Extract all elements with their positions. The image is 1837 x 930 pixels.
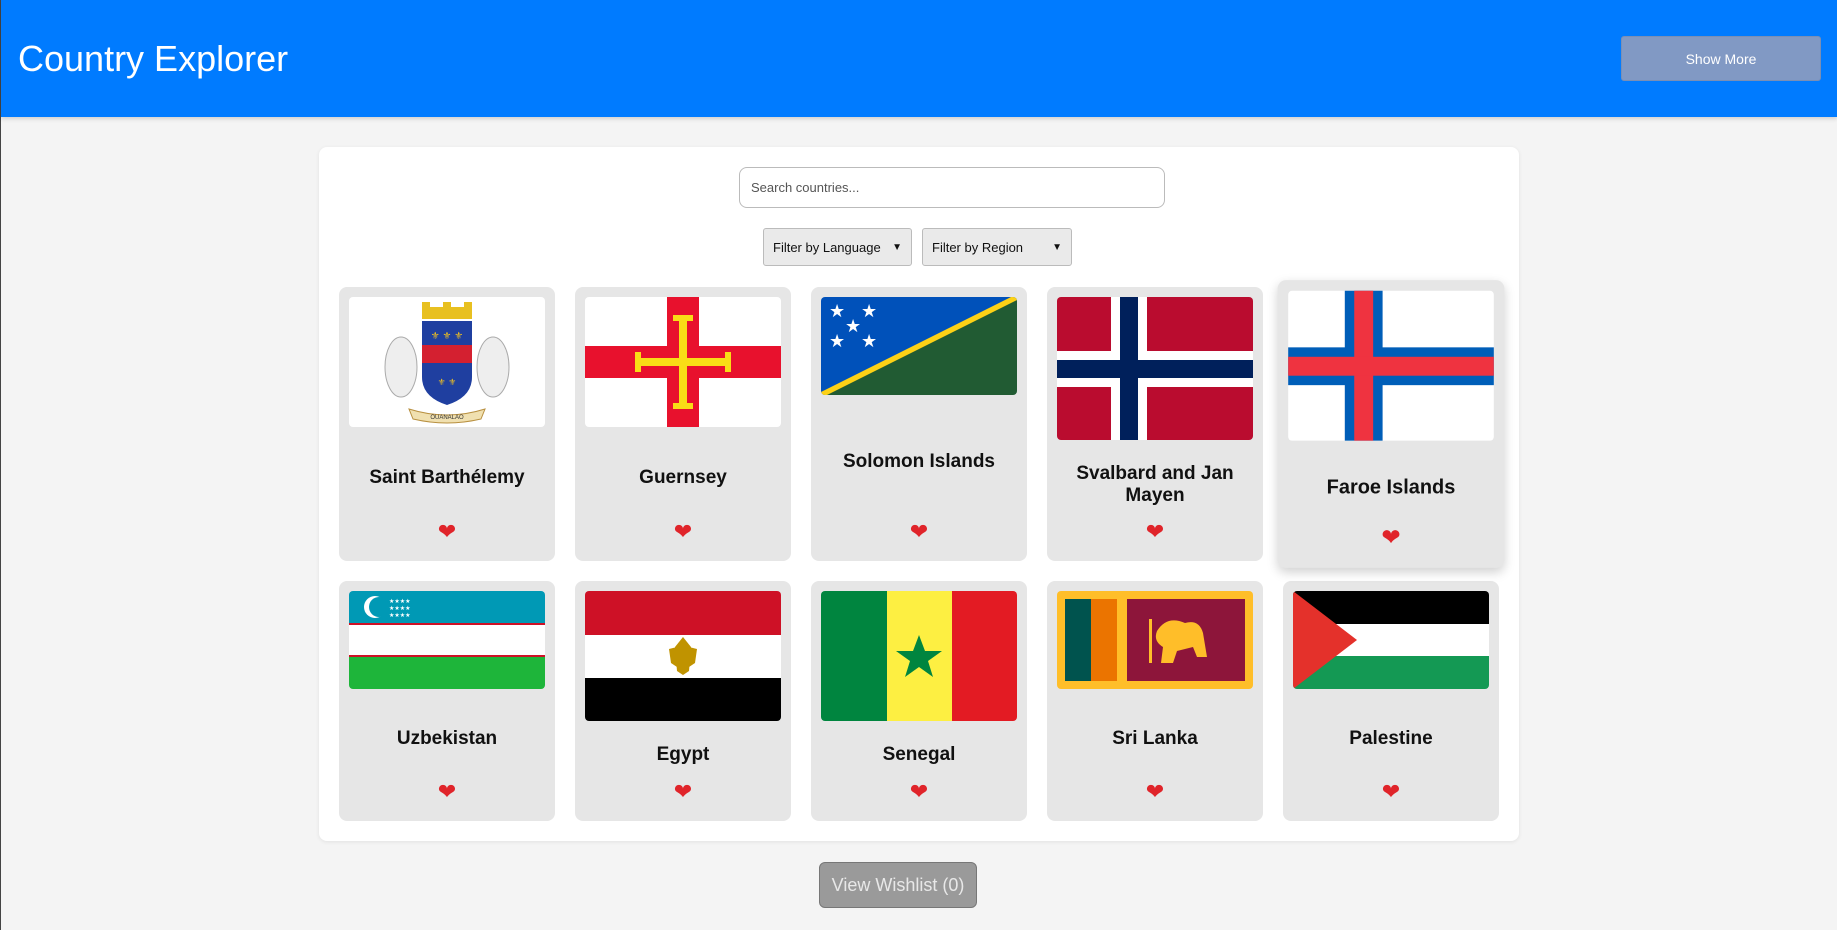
saint-barthelemy-flag: ⚜ ⚜ ⚜ ⚜ ⚜ OUANALAO (349, 297, 545, 427)
country-card[interactable]: ★ ★ ★ ★ ★ Solomon Islands ❤ (811, 287, 1027, 561)
country-name: Solomon Islands (842, 451, 996, 472)
main-panel: Filter by Language ▼ Filter by Region ▼ … (319, 147, 1519, 841)
heart-icon[interactable]: ❤ (674, 781, 692, 803)
svg-text:★★★★: ★★★★ (389, 598, 411, 605)
heart-icon[interactable]: ❤ (1146, 521, 1164, 543)
app-title: Country Explorer (18, 37, 289, 79)
language-filter-select[interactable]: Filter by Language ▼ (763, 228, 912, 266)
sri-lanka-flag (1057, 591, 1253, 689)
country-name: Senegal (882, 744, 956, 765)
show-more-button[interactable]: Show More (1621, 36, 1821, 81)
faroe-islands-flag (1288, 290, 1494, 441)
region-filter-select[interactable]: Filter by Region ▼ (922, 228, 1072, 266)
svg-text:★: ★ (845, 316, 861, 336)
country-card[interactable]: Senegal ❤ (811, 581, 1027, 821)
svg-text:OUANALAO: OUANALAO (430, 415, 464, 421)
palestine-flag (1293, 591, 1489, 689)
svg-text:⚜ ⚜ ⚜: ⚜ ⚜ ⚜ (431, 331, 463, 342)
heart-icon[interactable]: ❤ (674, 521, 692, 543)
heart-icon[interactable]: ❤ (438, 781, 456, 803)
solomon-islands-flag: ★ ★ ★ ★ ★ (821, 297, 1017, 395)
filter-bar: Filter by Language ▼ Filter by Region ▼ (763, 228, 1072, 266)
heart-icon[interactable]: ❤ (910, 521, 928, 543)
svg-text:⚜ ⚜: ⚜ ⚜ (438, 377, 457, 387)
language-filter-label: Filter by Language (773, 239, 881, 255)
country-card[interactable]: Palestine ❤ (1283, 581, 1499, 821)
chevron-down-icon: ▼ (1052, 241, 1062, 253)
country-name: Svalbard and Jan Mayen (1076, 462, 1234, 506)
guernsey-flag (585, 297, 781, 427)
country-name: Egypt (656, 744, 710, 765)
svg-text:★: ★ (861, 301, 877, 321)
svg-text:★★★★: ★★★★ (389, 612, 411, 619)
heart-icon[interactable]: ❤ (1381, 525, 1400, 549)
country-name: Palestine (1349, 728, 1433, 749)
country-card[interactable]: ⚜ ⚜ ⚜ ⚜ ⚜ OUANALAO Saint Barthélemy ❤ (339, 287, 555, 561)
svg-text:★: ★ (829, 331, 845, 351)
country-card[interactable]: Faroe Islands ❤ (1277, 280, 1505, 568)
country-card[interactable]: ★★★★ ★★★★ ★★★★ Uzbekistan ❤ (339, 581, 555, 821)
app-header: Country Explorer Show More (1, 0, 1837, 117)
chevron-down-icon: ▼ (892, 241, 902, 253)
egypt-flag (585, 591, 781, 721)
heart-icon[interactable]: ❤ (1382, 781, 1400, 803)
senegal-flag (821, 591, 1017, 721)
heart-icon[interactable]: ❤ (438, 521, 456, 543)
region-filter-label: Filter by Region (932, 239, 1024, 255)
country-grid: ⚜ ⚜ ⚜ ⚜ ⚜ OUANALAO Saint Barthélemy ❤ Gu… (339, 280, 1505, 821)
country-card[interactable]: Egypt ❤ (575, 581, 791, 821)
uzbekistan-flag: ★★★★ ★★★★ ★★★★ (349, 591, 545, 689)
country-name: Uzbekistan (396, 728, 498, 749)
svg-text:★: ★ (861, 331, 877, 351)
view-wishlist-button[interactable]: View Wishlist (0) (819, 862, 977, 908)
search-input[interactable] (739, 167, 1165, 208)
country-card[interactable]: Guernsey ❤ (575, 287, 791, 561)
svg-text:★: ★ (829, 301, 845, 321)
svalbard-and-jan-mayen-flag (1057, 297, 1253, 440)
svg-text:★★★★: ★★★★ (389, 605, 411, 612)
country-name: Saint Barthélemy (369, 467, 525, 488)
country-card[interactable]: Svalbard and Jan Mayen ❤ (1047, 287, 1263, 561)
country-name: Faroe Islands (1326, 475, 1456, 499)
heart-icon[interactable]: ❤ (1146, 781, 1164, 803)
heart-icon[interactable]: ❤ (910, 781, 928, 803)
country-card[interactable]: Sri Lanka ❤ (1047, 581, 1263, 821)
country-name: Guernsey (639, 467, 727, 488)
country-name: Sri Lanka (1112, 728, 1198, 749)
